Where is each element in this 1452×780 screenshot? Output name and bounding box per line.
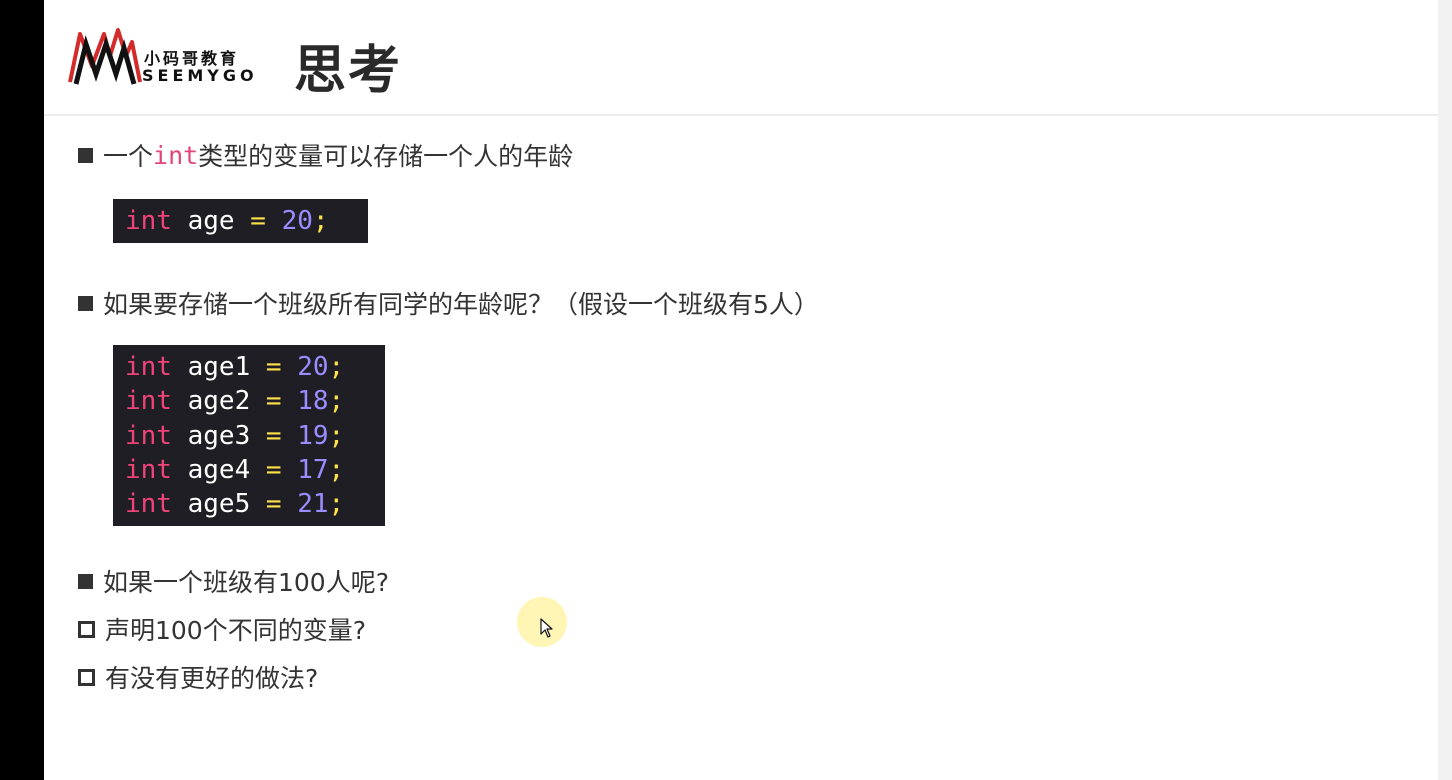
code-number: 19 [297, 420, 329, 451]
bullet-class-ages: 如果要存储一个班级所有同学的年龄呢？（假设一个班级有5人） [78, 285, 819, 321]
code-semicolon: ; [328, 386, 345, 417]
bullet-text-post: 类型的变量可以存储一个人的年龄 [198, 142, 574, 171]
code-block-five-ages: int age1 = 20; int age2 = 18; int age3 = 1… [113, 345, 385, 527]
code-line: int age5 = 21; [125, 487, 373, 521]
code-semicolon: ; [328, 420, 345, 451]
filled-square-bullet-icon [78, 573, 93, 589]
bullet-int-age: 一个 int 类型的变量可以存储一个人的年龄 [78, 137, 573, 173]
bullet-text: 声明100个不同的变量? [105, 616, 366, 645]
code-operator: = [265, 454, 282, 485]
bullet-text: 有没有更好的做法? [105, 664, 319, 693]
logo-m-icon [68, 28, 142, 85]
bullet-100-people: 如果一个班级有100人呢? [78, 563, 389, 599]
code-operator: = [265, 489, 282, 520]
code-identifier: age [187, 206, 235, 236]
code-keyword: int [125, 386, 172, 417]
slide: 小码哥教育 SEEMYGO 思考 一个 int 类型的变量可以存储一个人的年龄 in… [44, 0, 1438, 780]
sub-bullet-100-vars: 声明100个不同的变量? [78, 611, 366, 647]
code-semicolon: ; [328, 489, 345, 520]
code-number: 17 [297, 454, 329, 485]
code-keyword: int [125, 420, 172, 451]
code-identifier: age4 [187, 454, 251, 485]
logo-english-text: SEEMYGO [142, 66, 258, 85]
code-identifier: age1 [187, 352, 251, 382]
slide-header: 小码哥教育 SEEMYGO 思考 [44, 0, 1438, 116]
hollow-square-bullet-icon [78, 620, 95, 638]
code-semicolon: ; [328, 352, 345, 382]
code-number: 20 [297, 352, 329, 382]
code-operator: = [265, 386, 282, 417]
sub-bullet-better-way: 有没有更好的做法? [78, 659, 318, 695]
code-identifier: age3 [187, 420, 251, 451]
left-black-bar [0, 0, 44, 780]
seemygo-logo: 小码哥教育 SEEMYGO [66, 26, 262, 86]
code-number: 20 [281, 206, 313, 236]
code-identifier: age5 [187, 489, 251, 520]
hollow-square-bullet-icon [78, 668, 95, 686]
code-line: int age4 = 17; [125, 453, 373, 487]
code-keyword: int [125, 454, 172, 485]
mouse-pointer-icon [540, 618, 553, 638]
code-keyword: int [125, 206, 172, 236]
filled-square-bullet-icon [78, 295, 93, 311]
code-operator: = [265, 352, 282, 382]
code-block-single-age: int age = 20; [113, 199, 368, 244]
inline-keyword-int: int [153, 140, 199, 170]
code-line: int age1 = 20; [125, 350, 373, 384]
code-semicolon: ; [312, 206, 329, 236]
code-operator: = [250, 206, 266, 236]
code-number: 18 [297, 386, 329, 417]
code-number: 21 [297, 489, 329, 520]
code-semicolon: ; [328, 454, 345, 485]
bullet-text: 如果一个班级有100人呢? [103, 568, 389, 597]
code-line: int age = 20; [125, 204, 356, 238]
code-line: int age2 = 18; [125, 384, 373, 418]
bullet-text: 如果要存储一个班级所有同学的年龄呢？（假设一个班级有5人） [103, 290, 819, 319]
code-keyword: int [125, 352, 172, 382]
right-edge-strip [1438, 0, 1452, 780]
slide-title: 思考 [294, 41, 403, 101]
code-operator: = [265, 420, 282, 451]
code-line: int age3 = 19; [125, 419, 373, 453]
bullet-text-pre: 一个 [103, 142, 154, 171]
code-identifier: age2 [187, 386, 251, 417]
code-keyword: int [125, 489, 172, 520]
filled-square-bullet-icon [78, 147, 93, 163]
